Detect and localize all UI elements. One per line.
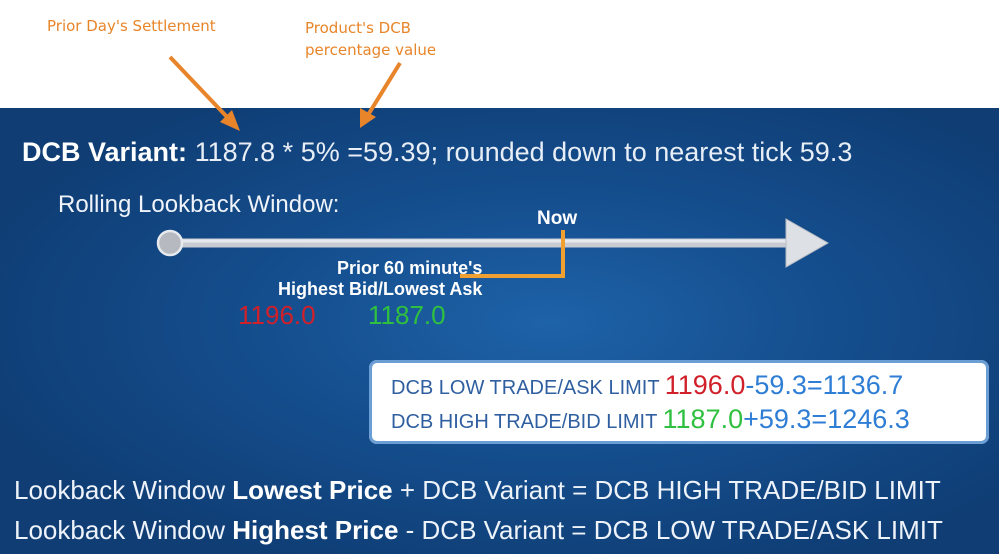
formula2-rest: - DCB Variant = DCB LOW TRADE/ASK LIMIT bbox=[398, 515, 943, 545]
formula1-emphasis: Lowest Price bbox=[232, 475, 393, 505]
low-limit-calc: -59.3=1136.7 bbox=[745, 370, 904, 400]
low-limit-formula: Lookback Window Highest Price - DCB Vari… bbox=[14, 515, 943, 546]
high-limit-value: 1187.0 bbox=[662, 404, 744, 434]
settlement-annotation: Prior Day's Settlement bbox=[47, 17, 216, 35]
rolling-window-title: Rolling Lookback Window: bbox=[58, 191, 340, 218]
formula2-emphasis: Highest Price bbox=[232, 515, 399, 545]
dcb-variant-label: DCB Variant: bbox=[22, 137, 188, 167]
high-limit-calc: +59.3=1246.3 bbox=[743, 404, 910, 434]
now-label: Now bbox=[537, 208, 578, 229]
formula1-prefix: Lookback Window bbox=[14, 475, 233, 505]
dcb-variant-line: DCB Variant: 1187.8 * 5% =59.39; rounded… bbox=[22, 137, 852, 168]
prior-line1: Prior 60 minute's bbox=[337, 258, 483, 278]
dcb-percentage-annotation: Product's DCB percentage value bbox=[305, 17, 436, 61]
low-limit-row: DCB LOW TRADE/ASK LIMIT 1196.0-59.3=1136… bbox=[391, 370, 903, 401]
percentage-value: 5% bbox=[300, 137, 340, 167]
dcb-annotation-line1: Product's DCB bbox=[305, 19, 411, 37]
prior-window-label: Prior 60 minute's Highest Bid/Lowest Ask bbox=[278, 258, 482, 300]
low-limit-value: 1196.0 bbox=[664, 370, 746, 400]
multiply-operator: * bbox=[282, 137, 294, 167]
settlement-value: 1187.8 bbox=[194, 137, 276, 167]
formula2-prefix: Lookback Window bbox=[14, 515, 233, 545]
high-limit-row: DCB HIGH TRADE/BID LIMIT 1187.0+59.3=124… bbox=[391, 404, 910, 435]
lowest-ask-value: 1187.0 bbox=[368, 300, 446, 330]
low-limit-label: DCB LOW TRADE/ASK LIMIT bbox=[391, 377, 660, 399]
high-limit-label: DCB HIGH TRADE/BID LIMIT bbox=[391, 411, 657, 433]
prior-line2: Highest Bid/Lowest Ask bbox=[278, 279, 483, 299]
highest-bid-value: 1196.0 bbox=[238, 300, 316, 330]
variant-result: =59.39; rounded down to nearest tick 59.… bbox=[347, 137, 853, 167]
limits-box: DCB LOW TRADE/ASK LIMIT 1196.0-59.3=1136… bbox=[369, 360, 989, 444]
formula1-rest: + DCB Variant = DCB HIGH TRADE/BID LIMIT bbox=[392, 475, 941, 505]
dcb-annotation-line2: percentage value bbox=[305, 41, 437, 59]
high-limit-formula: Lookback Window Lowest Price + DCB Varia… bbox=[14, 475, 941, 506]
